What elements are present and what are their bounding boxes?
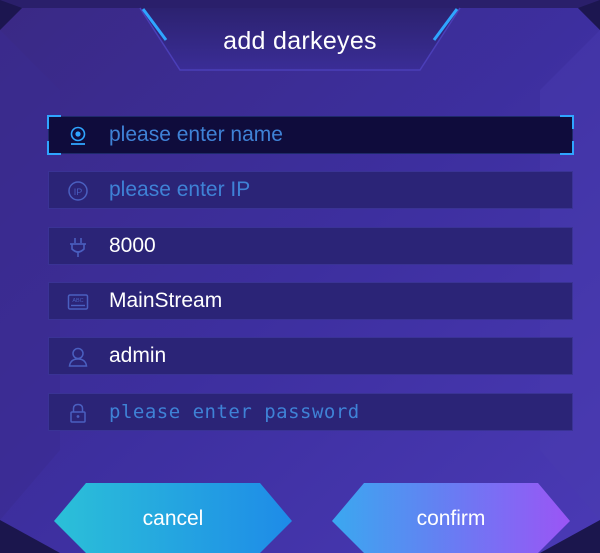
ip-field[interactable]: IP please enter IP [48, 171, 573, 209]
password-input[interactable]: please enter password [109, 394, 360, 430]
focus-corner [47, 115, 61, 129]
plug-icon [70, 238, 86, 257]
svg-text:IP: IP [74, 187, 83, 197]
add-device-dialog: add darkeyes please enter name IP please… [0, 0, 600, 553]
focus-corner [47, 141, 61, 155]
focus-corner [560, 141, 574, 155]
port-input[interactable]: 8000 [109, 228, 156, 264]
focus-corner [560, 115, 574, 129]
dialog-title: add darkeyes [223, 27, 377, 55]
name-field[interactable]: please enter name [47, 115, 574, 155]
user-icon [68, 347, 88, 367]
cancel-label: cancel [142, 507, 204, 530]
camera-icon [70, 126, 86, 145]
username-input[interactable]: admin [109, 338, 166, 374]
confirm-label: confirm [416, 507, 486, 530]
dialog-frame [0, 0, 600, 553]
lock-icon [70, 403, 86, 423]
confirm-button[interactable]: confirm [330, 481, 572, 553]
cancel-button[interactable]: cancel [52, 481, 294, 553]
ip-icon: IP [68, 181, 88, 201]
password-field[interactable]: please enter password [48, 393, 573, 431]
svg-text:ABC: ABC [72, 298, 83, 304]
stream-input[interactable]: MainStream [109, 283, 222, 319]
port-field[interactable]: 8000 [48, 227, 573, 265]
username-field[interactable]: admin [48, 337, 573, 375]
abc-keyboard-icon: ABC [67, 294, 89, 310]
name-input[interactable]: please enter name [109, 117, 283, 153]
stream-field[interactable]: ABC MainStream [48, 282, 573, 320]
ip-input[interactable]: please enter IP [109, 172, 250, 208]
